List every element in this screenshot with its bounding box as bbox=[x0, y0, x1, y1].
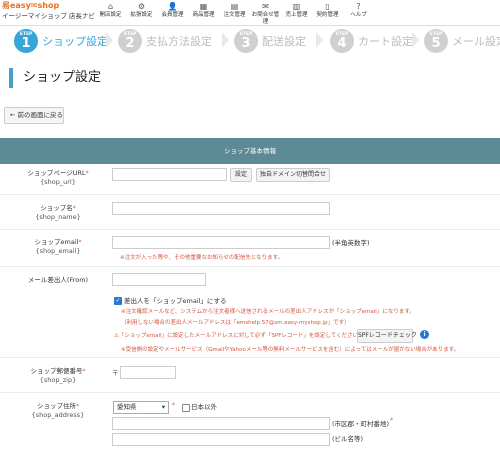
building-hint: (ビル名等) bbox=[332, 435, 364, 443]
step-3-label: 配送設定 bbox=[262, 35, 306, 48]
phone-icon: ▯ bbox=[325, 2, 330, 11]
field-label-zip: ショップ郵便番号* {shop_zip} bbox=[30, 367, 86, 384]
city-address-field[interactable] bbox=[112, 417, 330, 430]
spf-warning: ⚠「ショップemail」に設定したメールアドレスに対して必ず「SPFレコード」を… bbox=[114, 333, 364, 339]
outside-japan-label: 日本以外 bbox=[191, 403, 217, 411]
set-button[interactable]: 設定 bbox=[230, 168, 252, 182]
row-shop-email: ショップemail* {shop_email} (半角英数字) ※注文が入った際や… bbox=[0, 231, 500, 267]
mail-icon: ✉ bbox=[262, 2, 269, 11]
sender-checkbox-label: 差出人を「ショップemail」にする bbox=[124, 297, 227, 305]
back-button[interactable]: ← 前の画面に戻る bbox=[4, 107, 64, 124]
field-label-name: ショップ名* {shop_name} bbox=[35, 204, 81, 221]
field-label-from: メール差出人(From) bbox=[27, 276, 89, 284]
nav-products[interactable]: ▦ 商品管理 bbox=[188, 0, 219, 26]
mail-from-field[interactable] bbox=[112, 273, 206, 286]
email-note: ※注文が入った際や、その他重要なお知らせの配信先となります。 bbox=[120, 255, 284, 261]
nav-inquiries[interactable]: ✉ お問合せ管理 bbox=[250, 0, 281, 26]
shop-email-field[interactable] bbox=[112, 236, 330, 249]
step-2-badge: STEP 2 bbox=[118, 29, 142, 53]
domain-inquiry-button[interactable]: 独自ドメイン切替問合せ bbox=[256, 168, 330, 182]
step-2[interactable]: STEP 2 支払方法設定 bbox=[118, 28, 212, 54]
arrow-left-icon: ← bbox=[10, 111, 16, 119]
brand[interactable]: 易easy✉shop イージーマイショップ 店長ナビ bbox=[0, 0, 95, 21]
row-shop-name: ショップ名* {shop_name} bbox=[0, 196, 500, 230]
shop-name-field[interactable] bbox=[112, 202, 330, 215]
required-mark: * bbox=[390, 417, 393, 424]
step-3-badge: STEP 3 bbox=[234, 29, 258, 53]
step-1[interactable]: STEP 1 ショップ設定 bbox=[14, 28, 108, 54]
nav-members[interactable]: 👤 会員管理 bbox=[157, 0, 188, 26]
step-5[interactable]: STEP5 メール設定 bbox=[424, 28, 500, 54]
setup-steps: STEP 1 ショップ設定 STEP 2 支払方法設定 STEP 3 配送設定 STE… bbox=[0, 26, 500, 58]
city-address-hint: (市区郡・町村番地) bbox=[332, 420, 390, 428]
outside-japan-checkbox[interactable] bbox=[182, 404, 190, 412]
row-shop-zip: ショップ郵便番号* {shop_zip} 〒 bbox=[0, 359, 500, 393]
brand-logo: 易easy✉shop bbox=[2, 1, 60, 10]
step-5-badge: STEP 5 bbox=[424, 29, 448, 53]
main-nav: ⌂ 開店設定 ⚙ 拡張設定 👤 会員管理 ▦ 商品管理 ▤ 注文管理 ✉ お問合せ管理 ▥ 売… bbox=[95, 0, 374, 26]
step-4[interactable]: STEP 4 カート設定 bbox=[330, 28, 413, 54]
row-shop-address: ショップ住所* {shop_address} 愛知県 ▾ * 日本以外 (市区郡・町… bbox=[0, 394, 500, 450]
step-1-label: ショップ設定 bbox=[42, 35, 108, 48]
nav-sales[interactable]: ▥ 売上管理 bbox=[281, 0, 312, 26]
user-icon: 👤 bbox=[167, 2, 178, 11]
document-icon: ▤ bbox=[230, 2, 239, 11]
page-title: ショップ設定 bbox=[9, 68, 101, 88]
step-3[interactable]: STEP 3 配送設定 bbox=[234, 28, 306, 54]
from-note-2: （利用しない場合の差出人メールアドレスは「emshelp.57@sm.easy-… bbox=[121, 320, 350, 326]
info-icon[interactable]: i bbox=[420, 330, 429, 339]
from-note-4: ※受信側の設定やメールサービス（GmailやYahooメール等の無料メールサービ… bbox=[121, 347, 460, 353]
nav-help[interactable]: ? ヘルプ bbox=[343, 0, 374, 26]
step-arrow bbox=[106, 32, 113, 48]
calculator-icon: ▥ bbox=[292, 2, 301, 11]
question-icon: ? bbox=[356, 2, 361, 11]
zip-field[interactable] bbox=[120, 366, 176, 379]
sender-shop-email-checkbox[interactable]: ✓ bbox=[114, 297, 122, 305]
email-format-hint: (半角英数字) bbox=[332, 239, 370, 247]
gear-icon: ⚙ bbox=[137, 2, 146, 11]
section-header: ショップ基本情報 bbox=[0, 138, 500, 164]
brand-subtitle: イージーマイショップ 店長ナビ bbox=[2, 12, 95, 20]
spf-check-button[interactable]: SPFレコードチェック bbox=[357, 329, 417, 343]
chevron-down-icon: ▾ bbox=[161, 403, 165, 411]
step-arrow bbox=[412, 32, 419, 48]
home-icon: ⌂ bbox=[107, 2, 114, 11]
postal-mark: 〒 bbox=[112, 369, 119, 377]
field-label-email: ショップemail* {shop_email} bbox=[34, 238, 82, 255]
from-note-1: ※注文確認メールなど、システムから注文者様へ送信されるメールの差出人アドレスが「… bbox=[121, 309, 415, 315]
step-2-label: 支払方法設定 bbox=[146, 35, 212, 48]
row-mail-from: メール差出人(From) ✓ 差出人を「ショップemail」にする ※注文確認メ… bbox=[0, 268, 500, 358]
nav-contract[interactable]: ▯ 契約管理 bbox=[312, 0, 343, 26]
step-arrow bbox=[222, 32, 229, 48]
nav-orders[interactable]: ▤ 注文管理 bbox=[219, 0, 250, 26]
top-bar: 易easy✉shop イージーマイショップ 店長ナビ ⌂ 開店設定 ⚙ 拡張設定 👤… bbox=[0, 0, 500, 26]
building-field[interactable] bbox=[112, 433, 330, 446]
prefecture-select[interactable]: 愛知県 ▾ bbox=[113, 401, 169, 414]
field-label-url: ショップページURL* {shop_url} bbox=[27, 169, 89, 186]
step-arrow bbox=[316, 32, 323, 48]
field-label-address: ショップ住所* {shop_address} bbox=[31, 402, 85, 419]
step-1-badge: STEP 1 bbox=[14, 29, 38, 53]
step-4-badge: STEP 4 bbox=[330, 29, 354, 53]
row-shop-url: ショップページURL* {shop_url} 設定 独自ドメイン切替問合せ bbox=[0, 164, 500, 195]
nav-shop-setup[interactable]: ⌂ 開店設定 bbox=[95, 0, 126, 26]
grid-icon: ▦ bbox=[199, 2, 208, 11]
step-5-label: メール設定 bbox=[452, 35, 500, 48]
nav-extended-settings[interactable]: ⚙ 拡張設定 bbox=[126, 0, 157, 26]
shop-url-field[interactable] bbox=[112, 168, 227, 181]
required-mark: * bbox=[172, 402, 175, 409]
step-4-label: カート設定 bbox=[358, 35, 413, 48]
